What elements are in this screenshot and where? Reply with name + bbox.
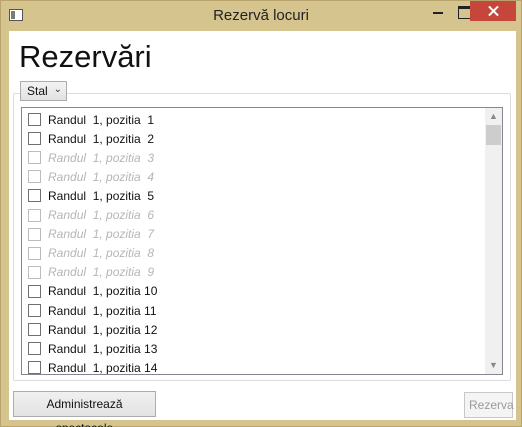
seat-list-item[interactable]: Randul 1, pozitia 5: [28, 186, 154, 205]
seats-listbox[interactable]: Randul 1, pozitia 1 Randul 1, pozitia 2 Ra…: [21, 107, 503, 375]
seat-checkbox[interactable]: [28, 284, 41, 298]
chevron-up-icon[interactable]: ▲: [485, 108, 502, 125]
seat-list-item[interactable]: Randul 1, pozitia 13: [28, 339, 157, 358]
seat-label: Randul 1, pozitia 13: [48, 341, 158, 356]
seat-list-item[interactable]: Randul 1, pozitia 11: [28, 301, 157, 320]
scroll-thumb[interactable]: [486, 125, 501, 145]
seat-label: Randul 1, pozitia 14: [48, 360, 158, 375]
seat-checkbox: [28, 151, 41, 165]
close-icon[interactable]: [470, 1, 516, 21]
seat-checkbox[interactable]: [28, 132, 41, 146]
section-combo[interactable]: Stal ⌄: [20, 81, 67, 101]
page-title: Rezervări: [19, 39, 152, 74]
vertical-scrollbar[interactable]: ▲ ▼: [485, 108, 502, 374]
seat-list-item[interactable]: Randul 1, pozitia 10: [28, 282, 157, 301]
seat-label: Randul 1, pozitia 10: [48, 284, 158, 299]
seat-label: Randul 1, pozitia 4: [48, 169, 155, 184]
seat-list-item[interactable]: Randul 1, pozitia 3: [28, 148, 154, 167]
chevron-down-icon[interactable]: ▼: [485, 357, 502, 374]
seat-list-item[interactable]: Randul 1, pozitia 6: [28, 206, 154, 225]
client-area: Rezervări Stal ⌄ Randul 1, pozitia 1 Rand…: [9, 31, 516, 427]
chevron-down-icon: ⌄: [53, 84, 62, 95]
seat-label: Randul 1, pozitia 9: [48, 265, 155, 280]
seat-label: Randul 1, pozitia 8: [48, 246, 155, 261]
seat-checkbox: [28, 208, 41, 222]
seat-label: Randul 1, pozitia 11: [48, 303, 157, 318]
seat-checkbox: [28, 265, 41, 279]
manage-shows-button[interactable]: Administrează spectacole: [13, 391, 156, 427]
seat-label: Randul 1, pozitia 2: [48, 131, 155, 146]
seat-label: Randul 1, pozitia 6: [48, 208, 155, 222]
section-combo-value: Stal: [27, 84, 48, 98]
seat-label: Randul 1, pozitia 5: [48, 188, 155, 203]
seat-checkbox: [28, 246, 41, 260]
app-window: Rezervă locuri Rezervări Stal ⌄ Randul 1…: [0, 0, 522, 427]
seat-list-item[interactable]: Randul 1, pozitia 12: [28, 320, 157, 339]
seat-list-item[interactable]: Randul 1, pozitia 14: [28, 358, 158, 375]
seat-label: Randul 1, pozitia 3: [48, 150, 155, 165]
seat-checkbox[interactable]: [28, 113, 41, 126]
seat-checkbox[interactable]: [28, 342, 41, 356]
seat-list-item[interactable]: Randul 1, pozitia 9: [28, 263, 154, 282]
seat-checkbox: [28, 227, 41, 241]
seat-label: Randul 1, pozitia 7: [48, 227, 155, 242]
seat-checkbox[interactable]: [28, 304, 41, 317]
seat-label: Randul 1, pozitia 12: [48, 322, 158, 337]
seat-list-item[interactable]: Randul 1, pozitia 7: [28, 225, 154, 244]
seat-list-item[interactable]: Randul 1, pozitia 1: [28, 110, 154, 129]
seat-label: Randul 1, pozitia 1: [48, 112, 155, 127]
minimize-icon[interactable]: [425, 1, 451, 21]
seat-list-item[interactable]: Randul 1, pozitia 8: [28, 244, 154, 263]
seat-checkbox[interactable]: [28, 361, 41, 374]
title-bar[interactable]: Rezervă locuri: [1, 1, 521, 31]
seat-checkbox[interactable]: [28, 323, 41, 337]
reserve-button[interactable]: Rezerva: [464, 392, 514, 418]
seat-checkbox: [28, 170, 41, 184]
seat-list-item[interactable]: Randul 1, pozitia 4: [28, 167, 154, 186]
seat-checkbox[interactable]: [28, 189, 41, 203]
seat-list-item[interactable]: Randul 1, pozitia 2: [28, 129, 154, 148]
